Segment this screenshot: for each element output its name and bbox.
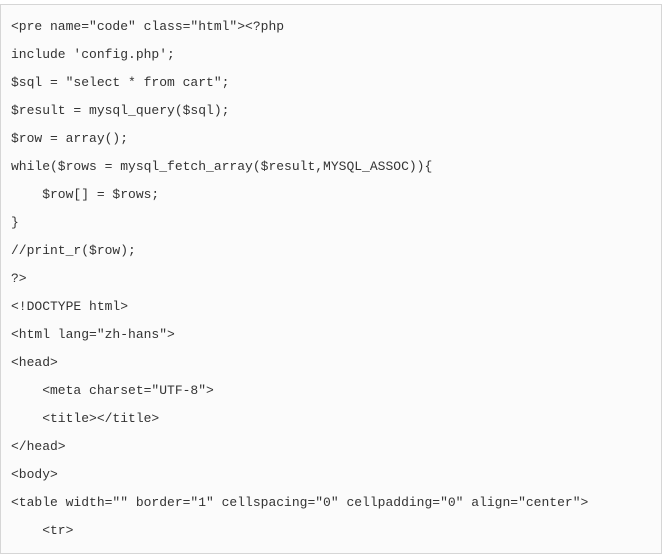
code-line: <pre name="code" class="html"><?php xyxy=(11,13,651,41)
code-line: while($rows = mysql_fetch_array($result,… xyxy=(11,153,651,181)
code-line: $result = mysql_query($sql); xyxy=(11,97,651,125)
code-line: <table width="" border="1" cellspacing="… xyxy=(11,489,651,517)
code-line: <!DOCTYPE html> xyxy=(11,293,651,321)
code-line: $row = array(); xyxy=(11,125,651,153)
code-line: //print_r($row); xyxy=(11,237,651,265)
code-line: <html lang="zh-hans"> xyxy=(11,321,651,349)
code-line: ?> xyxy=(11,265,651,293)
code-line: <head> xyxy=(11,349,651,377)
code-line: } xyxy=(11,209,651,237)
code-line: $row[] = $rows; xyxy=(11,181,651,209)
code-line: <meta charset="UTF-8"> xyxy=(11,377,651,405)
code-block: <pre name="code" class="html"><?php incl… xyxy=(0,4,662,554)
code-line: <body> xyxy=(11,461,651,489)
code-line: include 'config.php'; xyxy=(11,41,651,69)
code-line: <tr> xyxy=(11,517,651,545)
code-line: <title></title> xyxy=(11,405,651,433)
code-line: </head> xyxy=(11,433,651,461)
code-line: $sql = "select * from cart"; xyxy=(11,69,651,97)
